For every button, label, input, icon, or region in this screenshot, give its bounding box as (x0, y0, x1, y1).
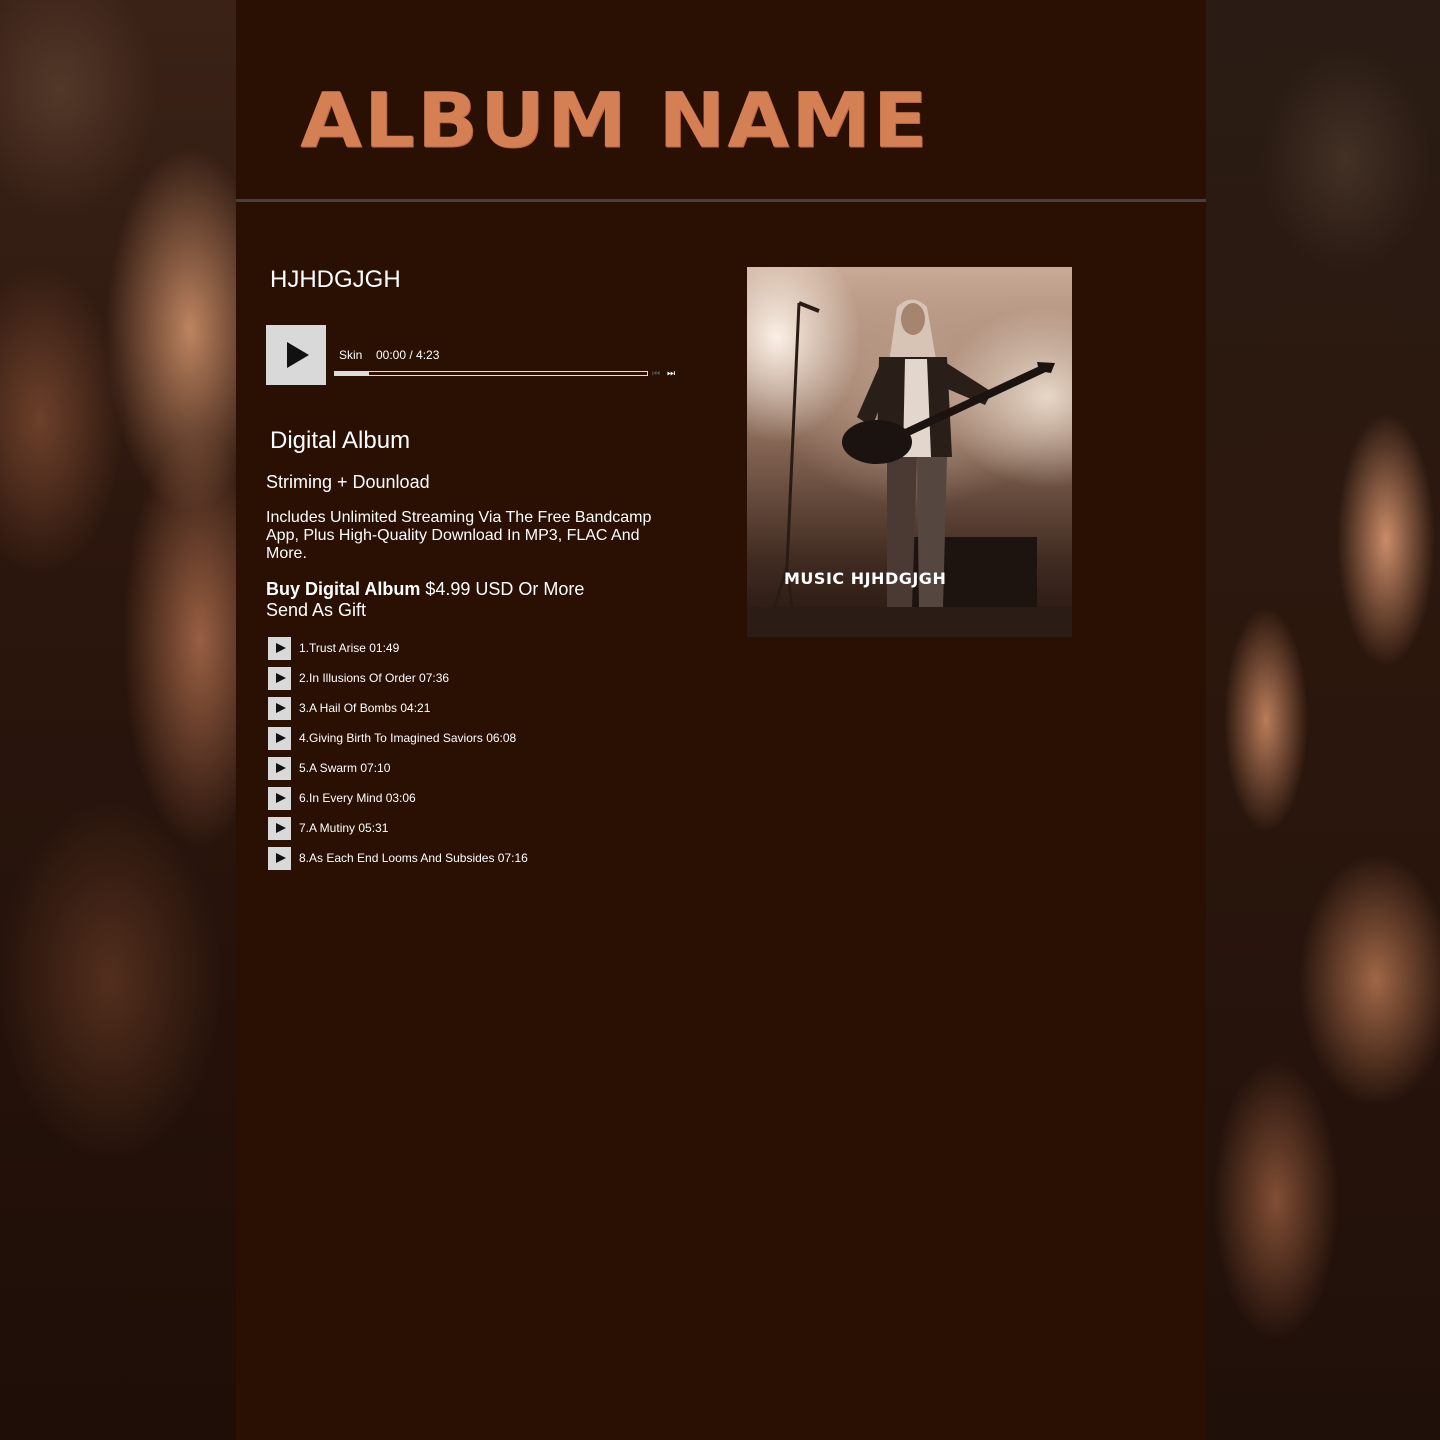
product-title: Digital Album (270, 427, 411, 454)
track-play-button[interactable] (268, 697, 291, 720)
progress-fill (335, 372, 370, 375)
track-play-button[interactable] (268, 847, 291, 870)
album-cover[interactable]: MUSIC HJHDGJGH (747, 267, 1072, 637)
play-icon (276, 643, 286, 653)
track-label[interactable]: 5.A Swarm 07:10 (299, 761, 390, 775)
track-list: 1.Trust Arise 01:49 2.In Illusions Of Or… (268, 636, 688, 876)
header-divider (236, 199, 1206, 202)
cover-caption: MUSIC HJHDGJGH (784, 569, 947, 588)
current-track-name: Skin (339, 348, 363, 362)
play-icon (276, 763, 286, 773)
track-row: 2.In Illusions Of Order 07:36 (268, 666, 688, 696)
track-play-button[interactable] (268, 667, 291, 690)
play-icon (276, 703, 286, 713)
track-row: 5.A Swarm 07:10 (268, 756, 688, 786)
track-label[interactable]: 8.As Each End Looms And Subsides 07:16 (299, 851, 528, 865)
price: $4.99 USD Or More (425, 579, 585, 599)
track-row: 6.In Every Mind 03:06 (268, 786, 688, 816)
send-as-gift-link[interactable]: Send As Gift (266, 599, 366, 621)
track-row: 8.As Each End Looms And Subsides 07:16 (268, 846, 688, 876)
play-icon (276, 673, 286, 683)
track-label[interactable]: 2.In Illusions Of Order 07:36 (299, 671, 449, 685)
product-description: Includes Unlimited Streaming Via The Fre… (266, 509, 652, 562)
play-icon (276, 733, 286, 743)
track-label[interactable]: 1.Trust Arise 01:49 (299, 641, 399, 655)
album-page: ALBUM NAME HJHDGJGH Skin 00:00 / 4:23 ⏮ … (236, 0, 1206, 1440)
play-icon (276, 793, 286, 803)
track-label[interactable]: 4.Giving Birth To Imagined Saviors 06:08 (299, 731, 516, 745)
track-label[interactable]: 7.A Mutiny 05:31 (299, 821, 388, 835)
play-icon (276, 853, 286, 863)
play-icon (276, 823, 286, 833)
play-icon (287, 342, 309, 368)
track-row: 3.A Hail Of Bombs 04:21 (268, 696, 688, 726)
header: ALBUM NAME (236, 0, 1206, 199)
progress-bar[interactable] (334, 371, 648, 376)
artist-name: HJHDGJGH (270, 266, 401, 293)
background-photo-right (1206, 0, 1440, 1440)
track-row: 1.Trust Arise 01:49 (268, 636, 688, 666)
current-track-time: 00:00 / 4:23 (376, 348, 440, 362)
buy-line: Buy Digital Album $4.99 USD Or More (266, 578, 584, 600)
audio-player: Skin 00:00 / 4:23 ⏮ ⏭ (266, 325, 686, 385)
background-photo-left (0, 0, 236, 1440)
track-play-button[interactable] (268, 817, 291, 840)
play-button[interactable] (266, 325, 326, 385)
buy-digital-album-link[interactable]: Buy Digital Album (266, 579, 420, 599)
track-label[interactable]: 6.In Every Mind 03:06 (299, 791, 416, 805)
track-play-button[interactable] (268, 787, 291, 810)
previous-track-icon[interactable]: ⏮ (652, 368, 660, 379)
album-title: ALBUM NAME (300, 76, 930, 165)
track-row: 4.Giving Birth To Imagined Saviors 06:08 (268, 726, 688, 756)
track-play-button[interactable] (268, 637, 291, 660)
product-subtitle: Striming + Dounload (266, 472, 430, 492)
track-play-button[interactable] (268, 727, 291, 750)
track-label[interactable]: 3.A Hail Of Bombs 04:21 (299, 701, 430, 715)
track-row: 7.A Mutiny 05:31 (268, 816, 688, 846)
track-play-button[interactable] (268, 757, 291, 780)
next-track-icon[interactable]: ⏭ (667, 368, 675, 379)
